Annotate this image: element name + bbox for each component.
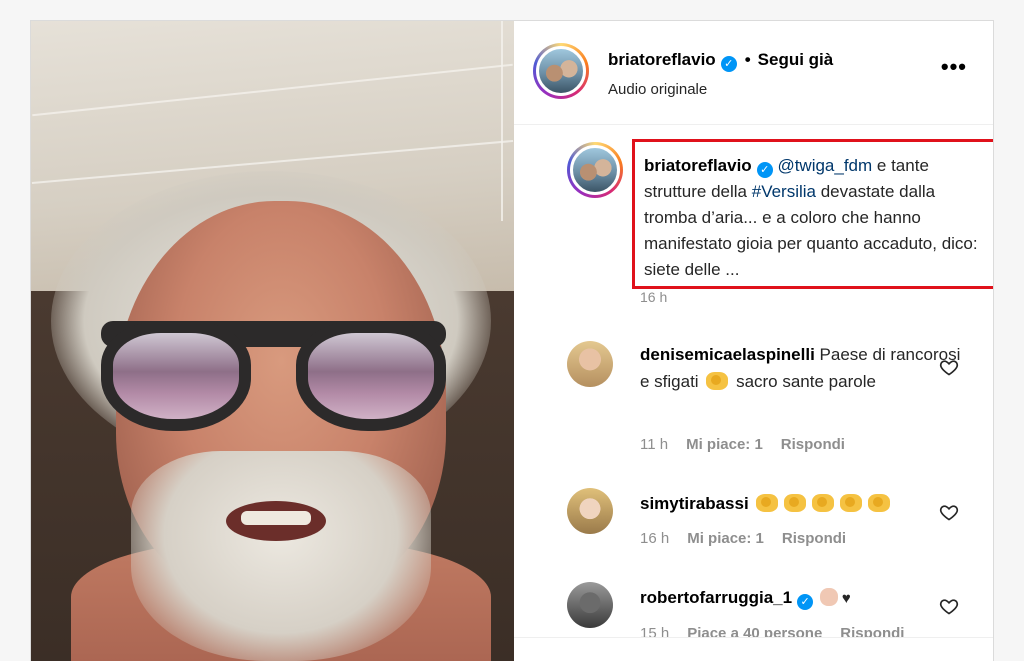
video-glasses-lens-left <box>101 321 251 431</box>
verified-badge-icon: ✓ <box>797 594 814 610</box>
reply-button[interactable]: Rispondi <box>840 625 904 637</box>
comment-item: simytirabassi 16 h Mi piace: 1 Rispondi <box>567 488 987 558</box>
comment-meta: 11 h Mi piace: 1 Rispondi <box>640 436 845 453</box>
comment-body: robertofarruggia_1 ✓ ♥ <box>640 584 970 612</box>
comment-timestamp[interactable]: 11 h <box>640 436 668 453</box>
comment-item: denisemicaelaspinelli Paese di rancorosi… <box>567 341 987 461</box>
more-options-icon[interactable]: ••• <box>941 56 967 78</box>
comment-meta: 15 h Piace a 40 persone Rispondi <box>640 625 904 637</box>
clapping-hands-icon <box>706 372 729 390</box>
comment-likes[interactable]: Mi piace: 1 <box>686 436 763 453</box>
video-player[interactable] <box>31 21 514 661</box>
following-button[interactable]: Segui già <box>758 50 834 69</box>
action-bar <box>514 637 993 661</box>
caption-highlight-box: briatoreflavio ✓ @twiga_fdm e tante strut… <box>632 139 993 289</box>
reply-button[interactable]: Rispondi <box>782 530 846 547</box>
comment-avatar[interactable] <box>567 341 613 387</box>
comment-body: simytirabassi <box>640 490 970 517</box>
reply-button[interactable]: Rispondi <box>781 436 845 453</box>
video-person-beard <box>131 451 431 661</box>
post-header: briatoreflavio ✓ • Segui già Audio original… <box>514 21 993 125</box>
video-person-teeth <box>241 511 311 525</box>
comment-likes[interactable]: Mi piace: 1 <box>687 530 764 547</box>
like-heart-icon[interactable] <box>939 502 959 522</box>
clapping-hands-icon <box>840 494 863 512</box>
post-side-panel: briatoreflavio ✓ • Segui già Audio original… <box>514 21 993 661</box>
author-avatar[interactable] <box>533 43 589 99</box>
comment-username[interactable]: denisemicaelaspinelli <box>640 345 815 364</box>
video-glasses-lens-right <box>296 321 446 431</box>
comment-username[interactable]: robertofarruggia_1 <box>640 588 792 607</box>
clapping-hands-emojis <box>753 494 893 513</box>
caption-mention-link[interactable]: @twiga_fdm <box>777 156 872 175</box>
comment-timestamp[interactable]: 15 h <box>640 625 669 637</box>
post-modal: briatoreflavio ✓ • Segui già Audio original… <box>30 20 994 661</box>
verified-badge-icon: ✓ <box>756 162 773 178</box>
like-heart-icon[interactable] <box>939 357 959 377</box>
comment-timestamp[interactable]: 16 h <box>640 530 669 547</box>
comment-meta: 16 h Mi piace: 1 Rispondi <box>640 530 846 547</box>
like-heart-icon[interactable] <box>939 596 959 616</box>
comment-username[interactable]: simytirabassi <box>640 494 749 513</box>
clapping-hands-icon <box>756 494 779 512</box>
caption-author-avatar[interactable] <box>567 142 623 198</box>
clapping-hands-icon <box>812 494 835 512</box>
comment-likes[interactable]: Piace a 40 persone <box>687 625 822 637</box>
caption-timestamp[interactable]: 16 h <box>640 289 667 305</box>
comment-text-continued: sacro sante parole <box>736 372 876 391</box>
comment-avatar[interactable] <box>567 582 613 628</box>
comment-item: robertofarruggia_1 ✓ ♥ 15 h Piace a 40 per… <box>567 582 987 637</box>
comment-body: denisemicaelaspinelli Paese di rancorosi… <box>640 341 970 395</box>
clapping-hands-icon <box>868 494 891 512</box>
separator-dot: • <box>744 50 751 69</box>
clapping-hands-icon <box>784 494 807 512</box>
author-line: briatoreflavio ✓ • Segui già <box>608 50 833 72</box>
comment-avatar[interactable] <box>567 488 613 534</box>
verified-badge-icon: ✓ <box>720 56 737 72</box>
caption-hashtag-link[interactable]: #Versilia <box>752 182 816 201</box>
waving-hand-icon <box>819 588 838 606</box>
audio-link[interactable]: Audio originale <box>608 81 707 98</box>
caption-username[interactable]: briatoreflavio <box>644 156 752 175</box>
black-heart-icon: ♥ <box>841 590 851 607</box>
author-username[interactable]: briatoreflavio <box>608 50 716 69</box>
